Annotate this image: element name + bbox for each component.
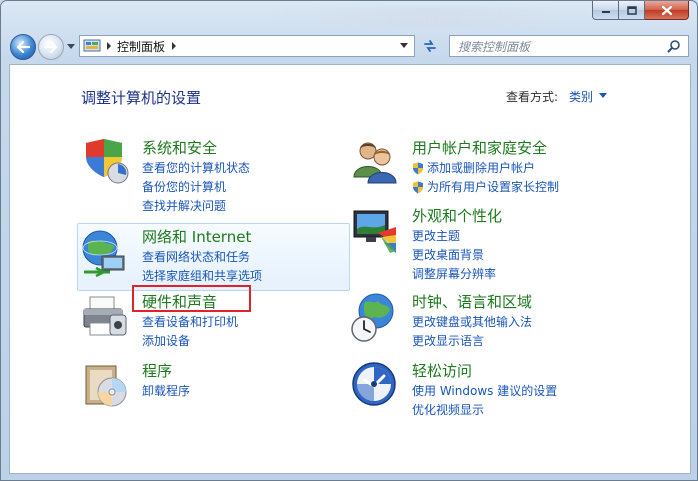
recent-pages-chevron-down-icon[interactable]: [67, 44, 75, 50]
navigation-bar: 控制面板 搜索控制面板: [1, 31, 697, 63]
link-backup-computer[interactable]: 备份您的计算机: [142, 178, 226, 195]
refresh-icon: [424, 40, 436, 52]
link-add-remove-users-label[interactable]: 添加或删除用户帐户: [427, 161, 535, 175]
link-parental-controls-label[interactable]: 为所有用户设置家长控制: [427, 180, 559, 194]
link-recommended-settings[interactable]: 使用 Windows 建议的设置: [412, 382, 557, 399]
link-view-computer-status[interactable]: 查看您的计算机状态: [142, 159, 250, 176]
link-network-status[interactable]: 查看网络状态和任务: [142, 248, 250, 265]
hardware-sound-highlight-box: [132, 285, 251, 312]
breadcrumb-separator-icon[interactable]: [169, 41, 179, 51]
maximize-button[interactable]: [619, 1, 645, 20]
maximize-icon: [626, 5, 637, 15]
printer-icon: [83, 296, 127, 336]
link-troubleshoot[interactable]: 查找并解决问题: [142, 197, 226, 214]
control-panel-window: 控制面板 搜索控制面板 调整计算机的设置 查看方式: 类别 系统和安全 查看您的…: [0, 0, 698, 481]
link-optimize-visual-display[interactable]: 优化视频显示: [412, 401, 484, 418]
link-screen-resolution[interactable]: 调整屏幕分辨率: [412, 265, 496, 282]
content-pane: 调整计算机的设置 查看方式: 类别 系统和安全 查看您的计算机状态 备份您的计算…: [9, 64, 691, 474]
category-title-user-accounts[interactable]: 用户帐户和家庭安全: [412, 137, 547, 158]
address-bar[interactable]: 控制面板: [79, 35, 415, 57]
users-icon: [353, 142, 397, 184]
display-palette-icon: [353, 210, 396, 253]
link-change-display-language[interactable]: 更改显示语言: [412, 332, 484, 349]
category-title-appearance[interactable]: 外观和个性化: [412, 205, 502, 226]
programs-disc-icon: [85, 365, 127, 407]
page-title: 调整计算机的设置: [81, 89, 202, 107]
control-panel-icon: [83, 39, 101, 52]
refresh-button[interactable]: [419, 35, 441, 57]
uac-shield-icon: [413, 162, 423, 175]
clock-globe-icon: [351, 293, 394, 342]
arrow-left-icon: [16, 41, 30, 53]
close-icon: [661, 5, 672, 15]
view-by-dropdown[interactable]: 类别: [569, 88, 593, 105]
link-homegroup-sharing[interactable]: 选择家庭组和共享选项: [142, 267, 262, 284]
forward-button[interactable]: [38, 34, 64, 60]
minimize-button[interactable]: [592, 1, 619, 20]
window-title-blur: [271, 7, 591, 29]
ease-of-access-icon: [352, 362, 396, 406]
category-title-system-security[interactable]: 系统和安全: [142, 137, 217, 158]
search-input[interactable]: 搜索控制面板: [450, 38, 667, 55]
close-button[interactable]: [645, 1, 689, 20]
breadcrumb-separator-icon[interactable]: [104, 41, 114, 51]
address-history-chevron-down-icon[interactable]: [400, 43, 410, 49]
uac-shield-icon: [413, 181, 423, 194]
minimize-icon: [601, 11, 610, 13]
link-parental-controls[interactable]: 为所有用户设置家长控制: [412, 178, 559, 195]
link-uninstall-program[interactable]: 卸载程序: [142, 382, 190, 399]
link-change-background[interactable]: 更改桌面背景: [412, 246, 484, 263]
category-title-programs[interactable]: 程序: [142, 360, 172, 381]
link-change-theme[interactable]: 更改主题: [412, 227, 460, 244]
category-title-clock-language[interactable]: 时钟、语言和区域: [412, 291, 532, 312]
link-add-remove-users[interactable]: 添加或删除用户帐户: [412, 159, 535, 176]
link-devices-printers[interactable]: 查看设备和打印机: [142, 313, 238, 330]
network-globe-icon: [82, 230, 125, 278]
view-by-chevron-down-icon[interactable]: [599, 93, 607, 98]
breadcrumb-control-panel[interactable]: 控制面板: [117, 38, 165, 55]
link-change-keyboard-input[interactable]: 更改键盘或其他输入法: [412, 313, 532, 330]
category-title-ease-of-access[interactable]: 轻松访问: [412, 360, 472, 381]
back-button[interactable]: [10, 34, 36, 60]
shield-icon: [86, 139, 129, 184]
category-title-network-internet[interactable]: 网络和 Internet: [142, 226, 251, 247]
view-by-label: 查看方式:: [506, 90, 559, 104]
link-add-device[interactable]: 添加设备: [142, 332, 190, 349]
search-icon[interactable]: [667, 39, 681, 53]
arrow-right-icon: [44, 41, 57, 53]
search-box[interactable]: 搜索控制面板: [449, 35, 689, 57]
caption-buttons: [592, 1, 689, 20]
